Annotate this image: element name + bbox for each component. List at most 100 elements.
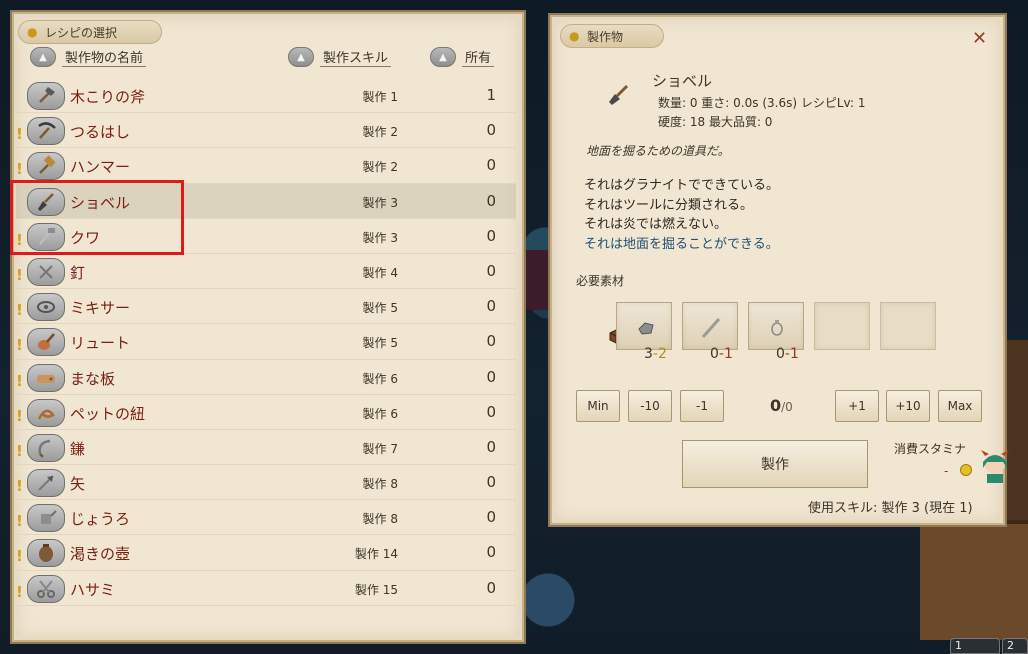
recipe-row[interactable]: ! ミキサー 製作 5 0 — [16, 289, 516, 325]
material-need: -2 — [652, 346, 667, 362]
lightbulb-icon: ● — [27, 25, 38, 39]
recipe-skill: 製作 2 — [362, 125, 398, 140]
stamina-icon — [960, 464, 972, 476]
craft-count: 0/0 — [770, 396, 793, 415]
skill-used-label: 使用スキル: 製作 3 (現在 1) — [808, 501, 973, 516]
recipe-name: 木こりの斧 — [70, 88, 146, 106]
min-button[interactable]: Min — [576, 390, 620, 422]
column-header-owned[interactable]: ▲ 所有 — [430, 44, 495, 70]
sort-icon[interactable]: ▲ — [288, 47, 314, 67]
alert-icon: ! — [16, 336, 23, 355]
item-fact: それは炎では燃えない。 — [584, 217, 728, 232]
recipe-row[interactable]: ! まな板 製作 6 0 — [16, 360, 516, 395]
recipe-name: 矢 — [70, 475, 86, 494]
recipe-owned: 0 — [486, 121, 496, 140]
recipe-skill: 製作 6 — [362, 371, 398, 386]
sort-icon[interactable]: ▲ — [30, 47, 56, 67]
recipe-row[interactable]: ! ペットの紐 製作 6 0 — [16, 395, 516, 430]
plus10-button[interactable]: +10 — [886, 390, 930, 422]
lightbulb-icon: ● — [569, 29, 580, 43]
recipe-name: 釘 — [70, 263, 86, 282]
item-fact-highlight: それは地面を掘ることができる。 — [584, 236, 779, 252]
minus1-button[interactable]: -1 — [680, 390, 724, 422]
hotbar-slot-1[interactable]: 1 — [950, 638, 1000, 654]
recipe-name: ハンマー — [70, 158, 131, 177]
recipe-owned: 0 — [486, 473, 496, 492]
recipe-owned: 0 — [486, 508, 496, 527]
alert-icon: ! — [16, 582, 23, 601]
stamina-label: 消費スタミナ — [894, 442, 967, 456]
arrow-icon — [27, 469, 65, 498]
alert-icon: ! — [16, 371, 23, 390]
stamina-value: - — [944, 464, 949, 478]
item-stats-line: 硬度: 18 最大品質: 0 — [658, 115, 773, 129]
craft-count-max: /0 — [781, 400, 793, 414]
hotbar-slot-number: 1 — [955, 639, 962, 652]
recipe-row[interactable]: 木こりの斧 製作 1 1 — [16, 78, 516, 114]
recipe-row[interactable]: ! 渇きの壺 製作 14 0 — [16, 535, 516, 571]
recipe-name: 渇きの壺 — [70, 545, 131, 564]
granite-icon — [638, 322, 654, 335]
recipe-list: 木こりの斧 製作 1 1! つるはし 製作 2 0! ハンマー 製作 2 0 ショベル 製作 3 0!… — [16, 78, 516, 606]
cutting-board-icon — [27, 363, 65, 392]
column-header-skill[interactable]: ▲ 製作スキル — [288, 44, 392, 70]
recipe-skill: 製作 8 — [362, 512, 398, 527]
recipe-row[interactable]: ! ハサミ 製作 15 0 — [16, 571, 516, 606]
scissors-icon — [27, 574, 65, 603]
recipe-panel-title: ● レシピの選択 — [18, 20, 162, 44]
bag-icon — [771, 320, 783, 336]
recipe-name: 鎌 — [70, 439, 86, 458]
material-slot[interactable] — [616, 302, 672, 350]
recipe-name: まな板 — [70, 369, 116, 388]
material-need: -1 — [784, 346, 799, 362]
close-icon[interactable]: ✕ — [972, 28, 987, 49]
column-header-owned-label: 所有 — [462, 47, 495, 67]
recipe-skill: 製作 3 — [362, 230, 398, 245]
item-fact: それはツールに分類される。 — [584, 197, 754, 213]
craft-button[interactable]: 製作 — [682, 440, 868, 488]
product-panel-title: ● 製作物 — [560, 24, 664, 48]
mixer-icon — [27, 293, 65, 322]
material-slot[interactable] — [682, 302, 738, 350]
item-name: ショベル — [652, 72, 713, 90]
recipe-row[interactable]: ! 矢 製作 8 0 — [16, 465, 516, 501]
material-quantity: 3-2 — [644, 346, 667, 362]
max-button[interactable]: Max — [938, 390, 982, 422]
alert-icon: ! — [16, 125, 23, 144]
item-facts: それはグラナイトでできている。 それはツールに分類される。 それは炎では燃えない… — [584, 176, 779, 254]
recipe-skill: 製作 4 — [362, 265, 398, 280]
plus1-button[interactable]: +1 — [835, 390, 879, 422]
recipe-owned: 0 — [486, 191, 496, 210]
recipe-row[interactable]: ! 釘 製作 4 0 — [16, 254, 516, 290]
alert-icon: ! — [16, 477, 23, 496]
recipe-name: じょうろ — [70, 510, 131, 529]
recipe-owned: 0 — [486, 261, 496, 280]
recipe-name: ペットの紐 — [70, 404, 146, 423]
material-slot[interactable] — [748, 302, 804, 350]
recipe-owned: 0 — [486, 332, 496, 351]
lute-icon — [27, 328, 65, 357]
recipe-row[interactable]: ! じょうろ 製作 8 0 — [16, 500, 516, 536]
sort-icon[interactable]: ▲ — [430, 47, 456, 67]
shovel-icon — [609, 84, 629, 105]
recipe-row[interactable]: ! 鎌 製作 7 0 — [16, 430, 516, 466]
recipe-row[interactable]: ! ハンマー 製作 2 0 — [16, 148, 516, 184]
recipe-row[interactable]: ! つるはし 製作 2 0 — [16, 113, 516, 149]
recipe-owned: 0 — [486, 367, 496, 386]
axe-icon — [27, 82, 65, 110]
stick-icon — [701, 318, 721, 338]
recipe-row[interactable]: ! リュート 製作 5 0 — [16, 324, 516, 360]
item-fact: それはグラナイトでできている。 — [584, 178, 780, 193]
recipe-skill: 製作 15 — [354, 582, 398, 597]
column-header-name[interactable]: ▲ 製作物の名前 — [30, 44, 147, 70]
recipe-owned: 1 — [486, 86, 496, 104]
craft-count-value: 0 — [770, 396, 782, 415]
alert-icon: ! — [16, 441, 23, 460]
material-have: 0 — [776, 346, 785, 362]
hotbar-slot-2[interactable]: 2 — [1002, 638, 1028, 654]
watering-can-icon — [27, 504, 65, 533]
material-have: 3 — [644, 346, 653, 362]
minus10-button[interactable]: -10 — [628, 390, 672, 422]
recipe-name: ミキサー — [70, 299, 131, 318]
recipe-skill: 製作 7 — [362, 441, 398, 456]
